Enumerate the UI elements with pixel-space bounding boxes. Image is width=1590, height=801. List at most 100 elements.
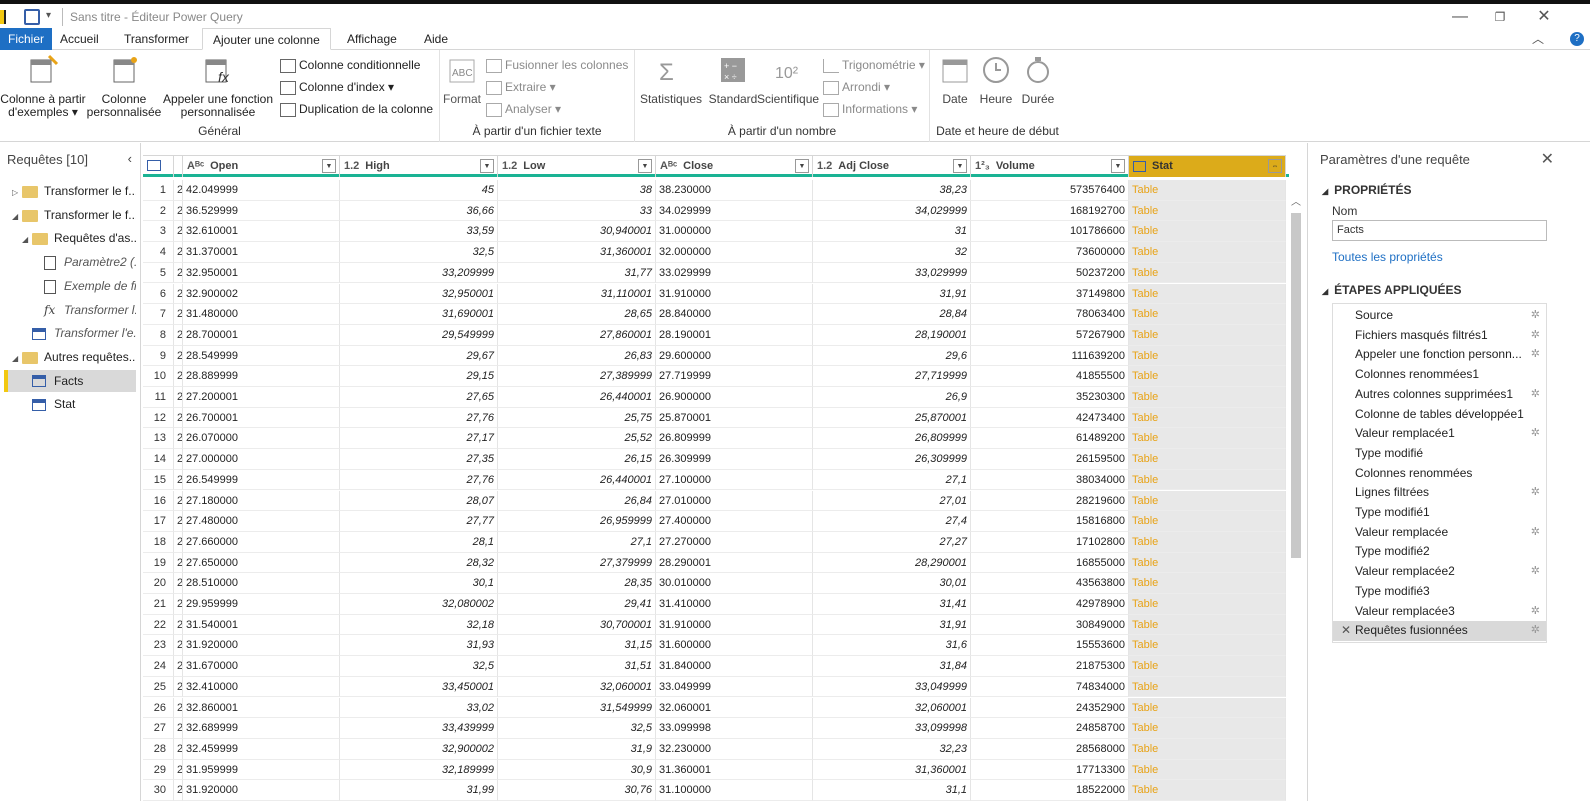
column-header-truncated[interactable] bbox=[174, 155, 183, 177]
table-cell[interactable]: 38 bbox=[498, 180, 656, 201]
table-cell[interactable]: 41855500 bbox=[971, 366, 1129, 387]
statistics-button[interactable]: Σ Statistiques bbox=[637, 54, 705, 106]
filter-dropdown-icon[interactable]: ▼ bbox=[480, 159, 494, 173]
row-number[interactable]: 8 bbox=[143, 324, 174, 346]
truncated-cell[interactable]: 2 bbox=[174, 635, 183, 657]
table-cell[interactable]: 27.200001 bbox=[183, 387, 340, 408]
applied-step[interactable]: Autres colonnes supprimées1 ✲ bbox=[1333, 385, 1546, 405]
table-link-cell[interactable]: Table bbox=[1129, 656, 1286, 677]
table-cell[interactable]: 31,77 bbox=[498, 262, 656, 284]
table-cell[interactable]: 28.700001 bbox=[183, 324, 340, 346]
row-number[interactable]: 28 bbox=[143, 738, 174, 760]
table-row[interactable]: 16 2 27.180000 28,07 26,84 27.010000 27,01 2821… bbox=[143, 490, 1289, 512]
table-cell[interactable]: 26,309999 bbox=[813, 449, 971, 470]
applied-step[interactable]: Source ✲ bbox=[1333, 306, 1546, 326]
row-number[interactable]: 7 bbox=[143, 304, 174, 325]
table-cell[interactable]: 32,5 bbox=[340, 656, 498, 677]
table-link-cell[interactable]: Table bbox=[1129, 594, 1286, 615]
row-number[interactable]: 22 bbox=[143, 614, 174, 636]
steps-toggle-icon[interactable]: ◢ bbox=[1322, 287, 1328, 296]
table-link-cell[interactable]: Table bbox=[1129, 469, 1286, 491]
column-header-high[interactable]: 1.2 High ▼ bbox=[340, 155, 498, 177]
table-cell[interactable]: 36.529999 bbox=[183, 200, 340, 222]
table-cell[interactable]: 31.840000 bbox=[656, 656, 813, 677]
table-cell[interactable]: 24858700 bbox=[971, 718, 1129, 739]
truncated-cell[interactable]: 2 bbox=[174, 407, 183, 429]
row-number[interactable]: 25 bbox=[143, 676, 174, 698]
applied-step[interactable]: Valeur remplacée1 ✲ bbox=[1333, 424, 1546, 444]
minimize-button[interactable]: — bbox=[1440, 6, 1480, 28]
step-settings-gear-icon[interactable]: ✲ bbox=[1531, 345, 1540, 365]
parse-button[interactable]: Analyser ▾ bbox=[486, 102, 561, 117]
invoke-custom-function-button[interactable]: fx Appeler une fonction personnalisée bbox=[162, 54, 274, 119]
table-cell[interactable]: 31,1 bbox=[813, 780, 971, 801]
table-cell[interactable]: 32,060001 bbox=[813, 697, 971, 719]
table-cell[interactable]: 27.650000 bbox=[183, 552, 340, 574]
custom-column-button[interactable]: Colonne personnalisée bbox=[86, 54, 162, 119]
table-row[interactable]: 24 2 31.670000 32,5 31,51 31.840000 31,84 21875… bbox=[143, 656, 1289, 677]
table-cell[interactable]: 32.410000 bbox=[183, 676, 340, 698]
table-cell[interactable]: 27.400000 bbox=[656, 511, 813, 532]
truncated-cell[interactable]: 2 bbox=[174, 697, 183, 719]
truncated-cell[interactable]: 2 bbox=[174, 573, 183, 594]
column-type-icon[interactable]: 1.2 bbox=[502, 160, 517, 172]
applied-step[interactable]: Fichiers masqués filtrés1 ✲ bbox=[1333, 326, 1546, 346]
scientific-button[interactable]: 10² Scientifique bbox=[757, 54, 819, 106]
table-cell[interactable]: 31,84 bbox=[813, 656, 971, 677]
quick-access-dropdown-icon[interactable]: ▾ bbox=[46, 10, 51, 21]
table-cell[interactable]: 27,389999 bbox=[498, 366, 656, 387]
table-cell[interactable]: 45 bbox=[340, 180, 498, 201]
table-cell[interactable]: 33,099998 bbox=[813, 718, 971, 739]
index-column-button[interactable]: Colonne d'index ▾ bbox=[280, 80, 394, 95]
table-cell[interactable]: 32 bbox=[813, 242, 971, 263]
table-cell[interactable]: 27.660000 bbox=[183, 531, 340, 553]
table-cell[interactable]: 30,940001 bbox=[498, 221, 656, 243]
table-link-cell[interactable]: Table bbox=[1129, 345, 1286, 367]
table-cell[interactable]: 30,76 bbox=[498, 780, 656, 801]
table-link-cell[interactable]: Table bbox=[1129, 324, 1286, 346]
table-row[interactable]: 8 2 28.700001 29,549999 27,860001 28.190001 28… bbox=[143, 324, 1289, 346]
table-row[interactable]: 10 2 28.889999 29,15 27,389999 27.719999 27,71… bbox=[143, 366, 1289, 387]
table-cell[interactable]: 31,690001 bbox=[340, 304, 498, 325]
table-row[interactable]: 21 2 29.959999 32,080002 29,41 31.410000 31,41… bbox=[143, 594, 1289, 615]
filter-dropdown-icon[interactable]: ▼ bbox=[1111, 159, 1125, 173]
expand-column-icon[interactable]: ⇔ bbox=[1268, 159, 1282, 173]
table-cell[interactable]: 27,65 bbox=[340, 387, 498, 408]
truncated-cell[interactable]: 2 bbox=[174, 242, 183, 263]
truncated-cell[interactable]: 2 bbox=[174, 531, 183, 553]
table-cell[interactable]: 28,190001 bbox=[813, 324, 971, 346]
query-item[interactable]: ◢ Requêtes d'as... bbox=[4, 227, 136, 249]
table-cell[interactable]: 31.600000 bbox=[656, 635, 813, 657]
table-link-cell[interactable]: Table bbox=[1129, 221, 1286, 243]
table-cell[interactable]: 61489200 bbox=[971, 428, 1129, 450]
row-number[interactable]: 13 bbox=[143, 428, 174, 450]
truncated-cell[interactable]: 2 bbox=[174, 449, 183, 470]
applied-step[interactable]: Appeler une fonction personn... ✲ bbox=[1333, 345, 1546, 365]
table-cell[interactable]: 30,1 bbox=[340, 573, 498, 594]
table-cell[interactable]: 32,080002 bbox=[340, 594, 498, 615]
step-settings-gear-icon[interactable]: ✲ bbox=[1531, 523, 1540, 543]
truncated-cell[interactable]: 2 bbox=[174, 594, 183, 615]
table-cell[interactable]: 32,950001 bbox=[340, 283, 498, 305]
table-cell[interactable]: 43563800 bbox=[971, 573, 1129, 594]
table-cell[interactable]: 27,719999 bbox=[813, 366, 971, 387]
table-cell[interactable]: 27,1 bbox=[498, 531, 656, 553]
table-cell[interactable]: 33,02 bbox=[340, 697, 498, 719]
truncated-cell[interactable]: 2 bbox=[174, 366, 183, 387]
table-cell[interactable]: 26,83 bbox=[498, 345, 656, 367]
table-cell[interactable]: 26,809999 bbox=[813, 428, 971, 450]
table-cell[interactable]: 28219600 bbox=[971, 490, 1129, 512]
table-row[interactable]: 9 2 28.549999 29,67 26,83 29.600000 29,6 111639… bbox=[143, 345, 1289, 367]
table-cell[interactable]: 28,290001 bbox=[813, 552, 971, 574]
extract-button[interactable]: Extraire ▾ bbox=[486, 80, 556, 95]
step-settings-gear-icon[interactable]: ✲ bbox=[1531, 483, 1540, 503]
truncated-cell[interactable]: 2 bbox=[174, 262, 183, 284]
table-link-cell[interactable]: Table bbox=[1129, 283, 1286, 305]
table-row[interactable]: 26 2 32.860001 33,02 31,549999 32.060001 32,06… bbox=[143, 697, 1289, 719]
table-row[interactable]: 28 2 32.459999 32,900002 31,9 32.230000 32,23 2… bbox=[143, 738, 1289, 760]
table-row[interactable]: 5 2 32.950001 33,209999 31,77 33.029999 33,029… bbox=[143, 262, 1289, 284]
truncated-cell[interactable]: 2 bbox=[174, 180, 183, 201]
table-cell[interactable]: 31,91 bbox=[813, 614, 971, 636]
truncated-cell[interactable]: 2 bbox=[174, 221, 183, 243]
row-number[interactable]: 16 bbox=[143, 490, 174, 512]
